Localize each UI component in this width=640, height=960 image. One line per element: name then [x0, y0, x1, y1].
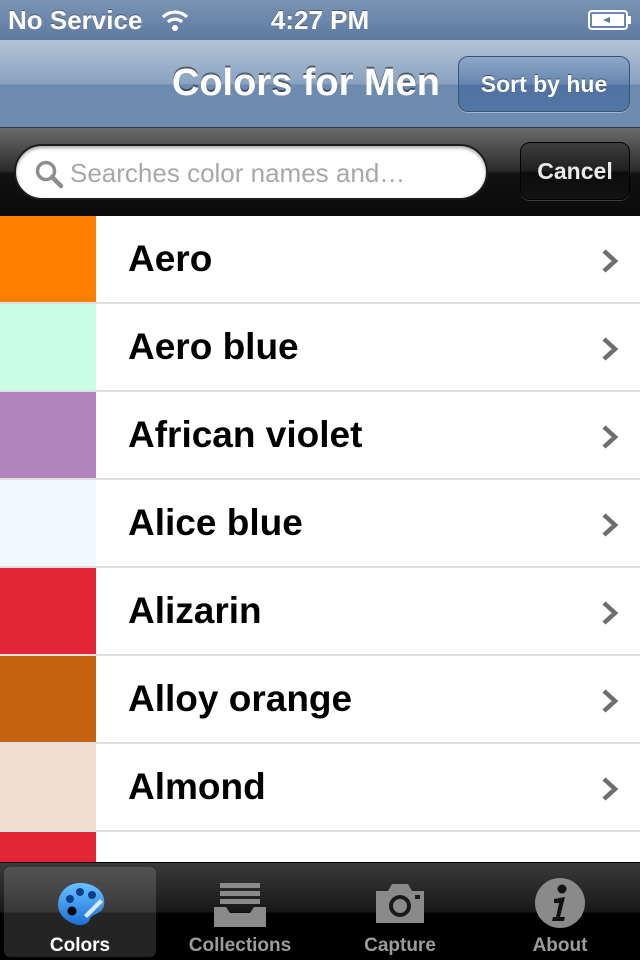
color-name: Alice blue: [128, 502, 303, 543]
list-item-almond[interactable]: Almond: [0, 744, 640, 832]
tab-capture[interactable]: Capture: [324, 867, 476, 957]
navigation-bar: Colors for Men Sort by hue: [0, 40, 640, 128]
list-item-aero[interactable]: Aero: [0, 216, 640, 304]
sort-by-hue-button[interactable]: Sort by hue: [458, 56, 630, 112]
search-icon: [35, 160, 64, 189]
cancel-button[interactable]: Cancel: [520, 142, 630, 200]
color-swatch: [0, 832, 96, 862]
color-name: Aero blue: [128, 326, 299, 367]
battery-icon: [588, 10, 631, 30]
chevron-right-icon: [602, 425, 619, 449]
page-title: Colors for Men: [171, 62, 440, 104]
palette-icon: [58, 883, 105, 926]
list-item-african-violet[interactable]: African violet: [0, 392, 640, 480]
tab-label: Capture: [364, 935, 436, 956]
list-item-alice-blue[interactable]: Alice blue: [0, 480, 640, 568]
chevron-right-icon: [602, 689, 619, 713]
color-name: Alloy orange: [128, 678, 353, 719]
tab-colors[interactable]: Colors: [4, 867, 156, 957]
tab-bar: Colors Collections Capture About: [0, 862, 640, 960]
search-input[interactable]: [70, 154, 470, 192]
chevron-right-icon: [602, 249, 619, 273]
color-swatch: [0, 392, 96, 478]
info-icon: [535, 878, 585, 928]
color-swatch: [0, 480, 96, 566]
color-swatch: [0, 216, 96, 302]
chevron-right-icon: [602, 337, 619, 361]
list-item-partial[interactable]: [0, 832, 640, 862]
color-list: Aero Aero blue African violet Alice blue…: [0, 216, 640, 862]
chevron-right-icon: [602, 777, 619, 801]
inbox-tray-icon: [214, 883, 266, 927]
search-field[interactable]: [14, 144, 488, 200]
chevron-right-icon: [602, 601, 619, 625]
color-name: Aero: [128, 238, 213, 279]
color-swatch: [0, 568, 96, 654]
status-bar: No Service 4:27 PM: [0, 0, 640, 40]
clock-label: 4:27 PM: [270, 5, 370, 35]
tab-label: Collections: [188, 935, 292, 956]
color-swatch: [0, 304, 96, 390]
list-item-alizarin[interactable]: Alizarin: [0, 568, 640, 656]
tab-about[interactable]: About: [484, 867, 636, 957]
search-bar: Cancel: [0, 128, 640, 216]
color-name: Almond: [128, 766, 266, 807]
list-item-alloy-orange[interactable]: Alloy orange: [0, 656, 640, 744]
list-item-aero-blue[interactable]: Aero blue: [0, 304, 640, 392]
tab-label: About: [532, 935, 588, 956]
tab-collections[interactable]: Collections: [164, 867, 316, 957]
chevron-right-icon: [602, 513, 619, 537]
color-swatch: [0, 656, 96, 742]
color-name: African violet: [128, 414, 363, 455]
color-swatch: [0, 744, 96, 830]
camera-icon: [376, 884, 424, 923]
tab-label: Colors: [49, 935, 111, 956]
color-name: Alizarin: [128, 590, 262, 631]
